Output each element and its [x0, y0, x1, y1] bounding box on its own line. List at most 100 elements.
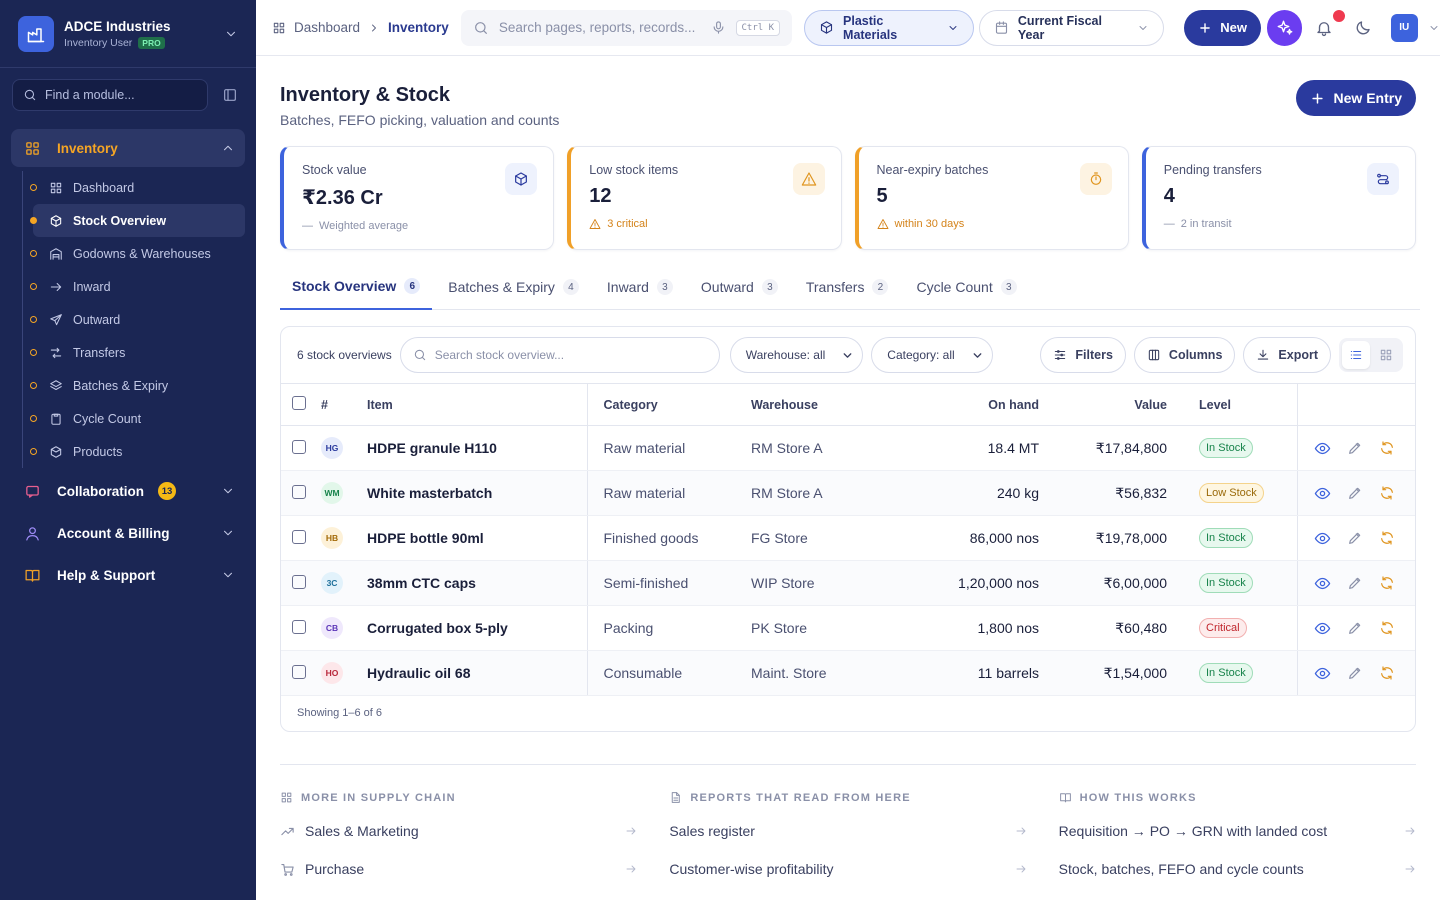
row-checkbox[interactable]: [292, 619, 306, 634]
eye-icon[interactable]: [1314, 530, 1331, 547]
refresh-icon[interactable]: [1379, 440, 1395, 456]
refresh-icon[interactable]: [1379, 665, 1395, 681]
table-row[interactable]: HB HDPE bottle 90ml Finished goods FG Store…: [281, 515, 1415, 561]
edit-icon[interactable]: [1347, 575, 1363, 591]
nav-group-collaboration[interactable]: Collaboration 13: [11, 472, 245, 510]
item-on-hand: 86,000 nos: [911, 515, 1039, 561]
tab-inward[interactable]: Inward 3: [595, 264, 685, 310]
edit-icon[interactable]: [1347, 620, 1363, 636]
tab-transfers[interactable]: Transfers 2: [794, 264, 901, 310]
sidebar-item-godowns[interactable]: Godowns & Warehouses: [30, 237, 245, 270]
link-stock-batches[interactable]: Stock, batches, FEFO and cycle counts: [1059, 850, 1416, 888]
user-avatar[interactable]: IU: [1390, 13, 1418, 42]
warehouse-filter-select[interactable]: Warehouse: all: [729, 337, 864, 373]
row-checkbox[interactable]: [292, 484, 306, 499]
microphone-icon[interactable]: [711, 20, 726, 35]
column-header[interactable]: Warehouse: [751, 383, 911, 426]
table-row[interactable]: HO Hydraulic oil 68 Consumable Maint. Store…: [281, 650, 1415, 696]
sidebar-item-products[interactable]: Products: [30, 435, 245, 468]
refresh-icon[interactable]: [1379, 575, 1395, 591]
collapse-sidebar-icon[interactable]: [216, 81, 244, 109]
sidebar-item-stock-overview[interactable]: Stock Overview: [30, 204, 245, 237]
module-search-input[interactable]: Find a module...: [12, 79, 208, 111]
breadcrumb-dashboard[interactable]: Dashboard: [294, 20, 360, 35]
nav-group-inventory[interactable]: Inventory: [11, 129, 245, 167]
sidebar-item-outward[interactable]: Outward: [30, 303, 245, 336]
kpi-low-stock[interactable]: Low stock items 12 3 critical: [567, 146, 842, 250]
eye-icon[interactable]: [1314, 485, 1331, 502]
sidebar-item-cycle-count[interactable]: Cycle Count: [30, 402, 245, 435]
list-view-icon[interactable]: [1342, 341, 1370, 369]
column-header[interactable]: Category: [587, 383, 751, 426]
row-checkbox[interactable]: [292, 574, 306, 589]
period-selector[interactable]: Current Fiscal Year: [978, 9, 1165, 46]
column-header[interactable]: Value: [1039, 383, 1167, 426]
nav-group-help[interactable]: Help & Support: [11, 556, 245, 594]
item-name[interactable]: Hydraulic oil 68: [367, 665, 470, 681]
brand-switcher[interactable]: ADCE Industries Inventory User PRO: [0, 0, 256, 68]
theme-toggle[interactable]: [1345, 10, 1380, 46]
chevron-down-icon: [221, 568, 235, 582]
item-name[interactable]: Corrugated box 5-ply: [367, 620, 508, 636]
row-checkbox[interactable]: [292, 439, 306, 454]
eye-icon[interactable]: [1314, 575, 1331, 592]
tab-outward[interactable]: Outward 3: [689, 264, 790, 310]
edit-icon[interactable]: [1347, 440, 1363, 456]
eye-icon[interactable]: [1314, 440, 1331, 457]
chevron-down-icon[interactable]: [1428, 22, 1440, 34]
kpi-stock-value[interactable]: Stock value ₹2.36 Cr — Weighted average: [280, 146, 555, 250]
sidebar-item-inward[interactable]: Inward: [30, 270, 245, 303]
kpi-pending-transfers[interactable]: Pending transfers 4 — 2 in transit: [1141, 146, 1416, 250]
refresh-icon[interactable]: [1379, 620, 1395, 636]
eye-icon[interactable]: [1314, 620, 1331, 637]
link-sales-marketing[interactable]: Sales & Marketing: [280, 812, 637, 850]
kpi-near-expiry[interactable]: Near-expiry batches 5 within 30 days: [854, 146, 1129, 250]
notifications-button[interactable]: [1306, 7, 1348, 46]
item-name[interactable]: 38mm CTC caps: [367, 575, 476, 591]
refresh-icon[interactable]: [1379, 530, 1395, 546]
tab-stock-overview[interactable]: Stock Overview 6: [280, 264, 433, 310]
edit-icon[interactable]: [1347, 485, 1363, 501]
tab-batches-expiry[interactable]: Batches & Expiry 4: [436, 264, 591, 310]
table-row[interactable]: HG HDPE granule H110 Raw material RM Store …: [281, 425, 1415, 471]
grid-view-icon[interactable]: [1372, 341, 1400, 369]
sidebar-item-transfers[interactable]: Transfers: [30, 336, 245, 369]
sidebar-item-batches[interactable]: Batches & Expiry: [30, 369, 245, 402]
dash-icon: —: [1163, 218, 1175, 230]
link-purchase[interactable]: Purchase: [280, 850, 637, 888]
table-row[interactable]: WM White masterbatch Raw material RM Store …: [281, 470, 1415, 516]
column-header[interactable]: Item: [367, 383, 588, 426]
tab-cycle-count[interactable]: Cycle Count 3: [904, 264, 1028, 310]
export-button[interactable]: Export: [1243, 337, 1331, 373]
global-search-input[interactable]: Search pages, reports, records... Ctrl K: [460, 9, 793, 46]
columns-label: Columns: [1168, 348, 1223, 362]
nav-group-account[interactable]: Account & Billing: [11, 514, 245, 552]
link-requisition-flow[interactable]: Requisition → PO → GRN with landed cost: [1059, 812, 1416, 850]
table-search-input[interactable]: Search stock overview...: [399, 337, 720, 373]
new-entry-button[interactable]: New Entry: [1295, 80, 1416, 116]
refresh-icon[interactable]: [1379, 485, 1395, 501]
column-header[interactable]: On hand: [911, 383, 1039, 426]
new-button[interactable]: New: [1184, 9, 1261, 46]
filters-button[interactable]: Filters: [1040, 337, 1126, 373]
edit-icon[interactable]: [1347, 665, 1363, 681]
row-checkbox[interactable]: [292, 529, 306, 544]
breadcrumb-inventory[interactable]: Inventory: [388, 20, 449, 35]
table-row[interactable]: CB Corrugated box 5-ply Packing PK Store 1,8…: [281, 605, 1415, 651]
eye-icon[interactable]: [1314, 665, 1331, 682]
sidebar-item-dashboard[interactable]: Dashboard: [30, 171, 245, 204]
ai-sparkle-button[interactable]: [1266, 9, 1303, 46]
company-selector[interactable]: Plastic Materials: [804, 9, 974, 46]
item-name[interactable]: HDPE bottle 90ml: [367, 530, 484, 546]
edit-icon[interactable]: [1347, 530, 1363, 546]
row-checkbox[interactable]: [292, 664, 306, 679]
category-filter-select[interactable]: Category: all: [871, 337, 993, 373]
link-customer-profitability[interactable]: Customer-wise profitability: [669, 850, 1026, 888]
table-row[interactable]: 3C 38mm CTC caps Semi-finished WIP Store 1,2…: [281, 560, 1415, 606]
columns-button[interactable]: Columns: [1133, 337, 1236, 373]
item-name[interactable]: White masterbatch: [367, 485, 492, 501]
link-sales-register[interactable]: Sales register: [669, 812, 1026, 850]
item-name[interactable]: HDPE granule H110: [367, 440, 497, 456]
select-all-checkbox[interactable]: [292, 396, 306, 410]
column-header[interactable]: Level: [1167, 383, 1298, 426]
